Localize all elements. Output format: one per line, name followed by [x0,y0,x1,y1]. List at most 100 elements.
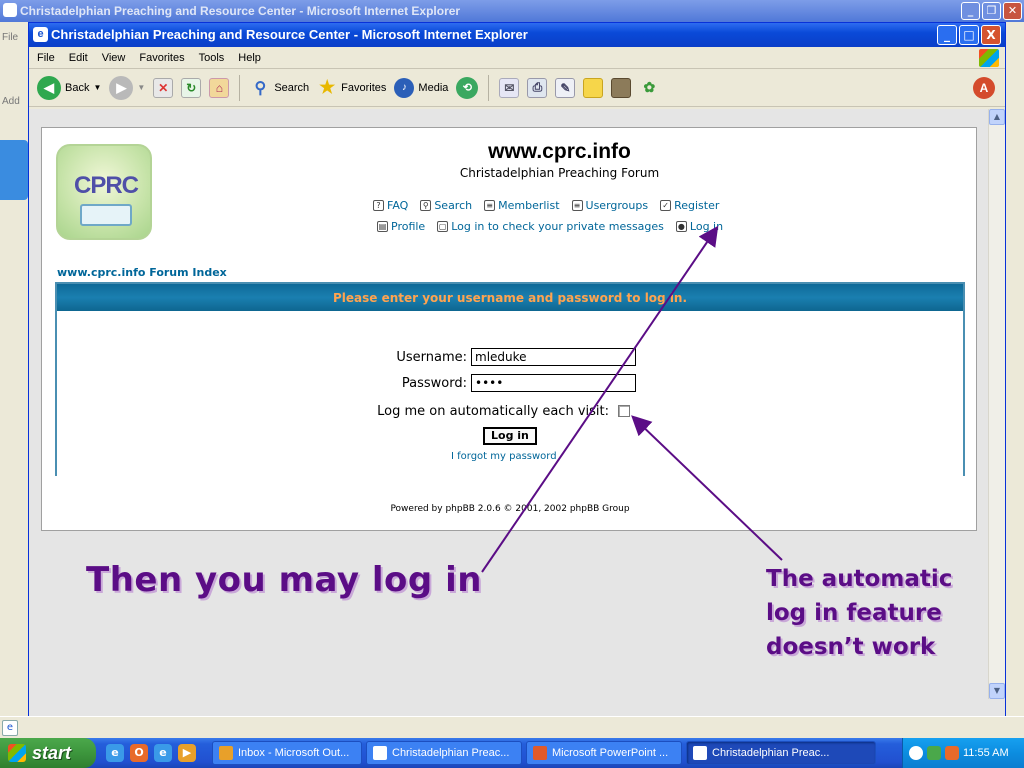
menu-help[interactable]: Help [238,52,261,64]
username-input[interactable]: mleduke [471,348,636,366]
menu-view[interactable]: View [102,52,126,64]
book-icon [80,204,132,226]
nav-register[interactable]: ✓ Register [660,199,719,212]
nav-memberlist[interactable]: ≡ Memberlist [484,199,560,212]
back-button[interactable]: ◀ Back ▼ [37,75,101,100]
messages-icon: ▢ [437,221,449,232]
login-icon: ● [675,221,687,232]
maximize-button[interactable]: □ [959,25,979,45]
minimize-button[interactable]: _ [961,2,980,20]
username-label: Username: [396,350,467,365]
media-icon: ♪ [394,77,415,98]
toolbar-separator [488,74,490,101]
outlook-icon[interactable]: O [130,744,148,762]
nav-usergroups[interactable]: ≡ Usergroups [571,199,648,212]
task-powerpoint[interactable]: Microsoft PowerPoint ... [526,741,682,765]
usergroups-icon: ≡ [571,200,583,211]
nav-row-top: ? FAQ ⚲ Search ≡ Memberlist ≡ Usergroups ✓ Re… [373,199,719,212]
vertical-scrollbar[interactable]: ▲ ▼ [988,109,1005,699]
window-titlebar[interactable]: e Christadelphian Preaching and Resource… [29,23,1005,47]
status-bar: e [0,716,1024,738]
scroll-up-icon[interactable]: ▲ [989,109,1005,125]
dropdown-arrow-icon[interactable]: ▼ [137,83,145,92]
background-panel [0,140,28,200]
ie-icon [3,3,17,17]
search-button[interactable]: ⚲ Search [250,78,309,98]
media-label: Media [418,81,449,94]
task-inbox[interactable]: Inbox - Microsoft Out... [212,741,362,765]
favorites-button[interactable]: ★ Favorites [317,77,387,98]
ie-icon[interactable]: e [154,744,172,762]
background-window-titlebar[interactable]: Christadelphian Preaching and Resource C… [0,0,1024,22]
minimize-button[interactable]: _ [937,25,957,45]
messenger-icon[interactable]: ✿ [639,78,659,98]
cprc-logo[interactable]: CPRC [56,144,152,240]
menu-tools[interactable]: Tools [199,52,225,64]
ie-icon [693,746,707,760]
task-label: Microsoft PowerPoint ... [552,747,669,759]
powered-by: Powered by phpBB 2.0.6 © 2001, 2002 phpB… [390,504,630,514]
search-icon: ⚲ [420,200,432,211]
acrobat-icon[interactable]: A [973,77,995,99]
outlook-icon [219,746,233,760]
nav-row-bottom: ▤ Profile ▢ Log in to check your private m… [377,220,723,233]
refresh-icon[interactable]: ↻ [181,77,202,98]
menu-favorites[interactable]: Favorites [139,52,184,64]
restore-button[interactable]: ❐ [982,2,1001,20]
nav-login[interactable]: ● Log in [675,220,723,233]
password-label: Password: [401,376,467,391]
nav-private-messages[interactable]: ▢ Log in to check your private messages [437,220,664,233]
start-button[interactable]: start [0,738,96,768]
autologin-checkbox[interactable] [618,405,630,417]
toolbar-separator [239,74,241,101]
close-button[interactable]: X [981,25,1001,45]
ie-icon: e [33,27,48,42]
quick-launch: e O e ▶ [106,744,196,762]
system-tray: 11:55 AM [902,738,1024,768]
forgot-password-link[interactable]: I forgot my password [451,451,557,462]
forward-arrow-icon: ▶ [109,75,134,100]
home-icon[interactable]: ⌂ [209,77,230,98]
search-icon: ⚲ [254,79,267,97]
forum-index-link[interactable]: www.cprc.info Forum Index [57,266,227,279]
dropdown-arrow-icon[interactable]: ▼ [93,83,101,92]
media-button[interactable]: ♪ Media [394,77,449,98]
forward-button[interactable]: ▶ ▼ [109,75,145,100]
login-button[interactable]: Log in [483,427,537,445]
close-button[interactable]: ✕ [1003,2,1022,20]
nav-profile-label: Profile [391,220,426,233]
favorites-label: Favorites [341,81,387,94]
history-icon[interactable]: ⟲ [456,76,479,99]
background-window-edge: File Add [0,22,30,738]
site-description: Christadelphian Preaching Forum [459,166,660,180]
menu-bar: File Edit View Favorites Tools Help [29,47,1005,69]
task-label: Inbox - Microsoft Out... [238,747,350,759]
discuss-icon[interactable] [583,77,604,98]
memberlist-icon: ≡ [484,200,496,211]
ie-icon[interactable]: e [106,744,124,762]
menu-file[interactable]: File [37,52,55,64]
nav-profile[interactable]: ▤ Profile [377,220,425,233]
edit-icon[interactable]: ✎ [555,77,576,98]
page-status-icon: e [2,720,18,736]
windows-flag-icon [8,744,26,762]
media-player-icon[interactable]: ▶ [178,744,196,762]
password-input[interactable]: •••• [471,374,636,392]
mail-icon[interactable]: ✉ [499,77,520,98]
stop-icon[interactable]: ✕ [153,77,174,98]
outlook-tray-icon[interactable] [945,746,959,760]
nav-search[interactable]: ⚲ Search [420,199,472,212]
clock[interactable]: 11:55 AM [963,747,1009,759]
scroll-down-icon[interactable]: ▼ [989,683,1005,699]
print-icon[interactable]: ⎙ [527,77,548,98]
nav-register-label: Register [674,199,720,212]
task-ie-2[interactable]: Christadelphian Preac... [686,741,876,765]
nav-faq[interactable]: ? FAQ [373,199,408,212]
window-title: Christadelphian Preaching and Resource C… [51,27,528,42]
research-icon[interactable] [611,77,632,98]
login-body: Username: mleduke Password: •••• Log me … [57,312,963,476]
task-ie-1[interactable]: Christadelphian Preac... [366,741,522,765]
network-icon[interactable] [927,746,941,760]
tray-expand-icon[interactable] [909,746,923,760]
menu-edit[interactable]: Edit [69,52,88,64]
